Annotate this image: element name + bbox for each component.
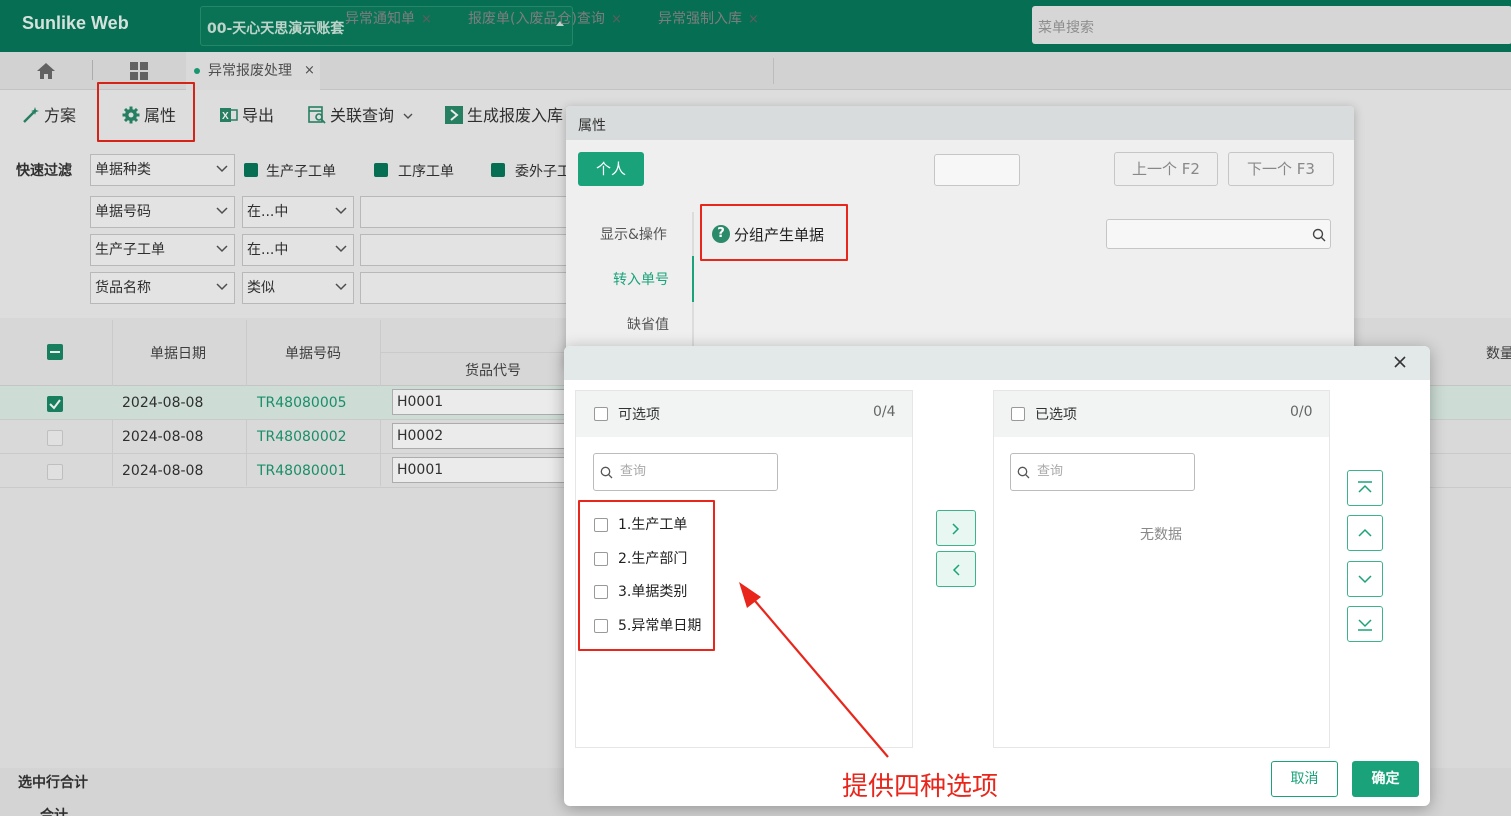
move-bottom-icon (1358, 619, 1372, 631)
move-top-icon (1358, 481, 1372, 493)
annotation-box-group (700, 204, 848, 261)
prev-button[interactable]: 上一个 F2 (1114, 152, 1218, 186)
annotation-box-options (578, 500, 715, 651)
chevron-left-icon (952, 564, 960, 576)
selected-title: 已选项 (1035, 407, 1077, 423)
selected-search-input[interactable]: 查询 (1010, 453, 1195, 491)
available-panel-header: 可选项 0/4 (576, 391, 912, 437)
group-dialog-header (564, 346, 1430, 380)
side-item-display[interactable]: 显示&操作 (600, 224, 667, 244)
selected-select-all-checkbox[interactable] (1011, 407, 1025, 421)
active-indicator (692, 256, 694, 302)
property-search-input[interactable] (1106, 219, 1331, 249)
next-button[interactable]: 下一个 F3 (1228, 152, 1334, 186)
cancel-button[interactable]: 取消 (1271, 761, 1338, 797)
available-select-all-checkbox[interactable] (594, 407, 608, 421)
available-search-input[interactable]: 查询 (593, 453, 778, 491)
personal-button[interactable]: 个人 (578, 152, 644, 186)
selected-panel: 已选项 0/0 查询 无数据 (993, 390, 1330, 748)
available-title: 可选项 (618, 407, 660, 423)
move-down-button[interactable] (1347, 561, 1383, 597)
search-icon (600, 466, 613, 479)
annotation-text: 提供四种选项 (842, 772, 999, 802)
confirm-button[interactable]: 确定 (1352, 761, 1419, 797)
chevron-down-icon (1358, 575, 1372, 584)
side-item-default[interactable]: 缺省值 (627, 314, 669, 334)
search-icon (1017, 466, 1030, 479)
property-dialog-header: 属性 (566, 106, 1354, 140)
close-icon[interactable] (1394, 356, 1406, 368)
chevron-right-icon (952, 523, 960, 535)
property-input[interactable] (934, 154, 1020, 186)
chevron-up-icon (1358, 528, 1372, 537)
selected-count: 0/0 (1290, 404, 1313, 420)
available-count: 0/4 (873, 404, 896, 420)
annotation-arrow-icon (739, 582, 889, 758)
no-data-text: 无数据 (1140, 527, 1182, 543)
move-top-button[interactable] (1347, 470, 1383, 506)
property-dialog: 属性 个人 上一个 F2 下一个 F3 显示&操作 转入单号 缺省值 ? 分组产… (566, 106, 1354, 366)
move-bottom-button[interactable] (1347, 606, 1383, 642)
move-right-button[interactable] (936, 510, 976, 546)
side-item-transfer[interactable]: 转入单号 (613, 269, 669, 289)
selected-panel-header: 已选项 0/0 (994, 391, 1329, 437)
move-left-button[interactable] (936, 551, 976, 587)
move-up-button[interactable] (1347, 515, 1383, 551)
property-dialog-title: 属性 (578, 118, 606, 134)
search-icon (1312, 228, 1326, 242)
